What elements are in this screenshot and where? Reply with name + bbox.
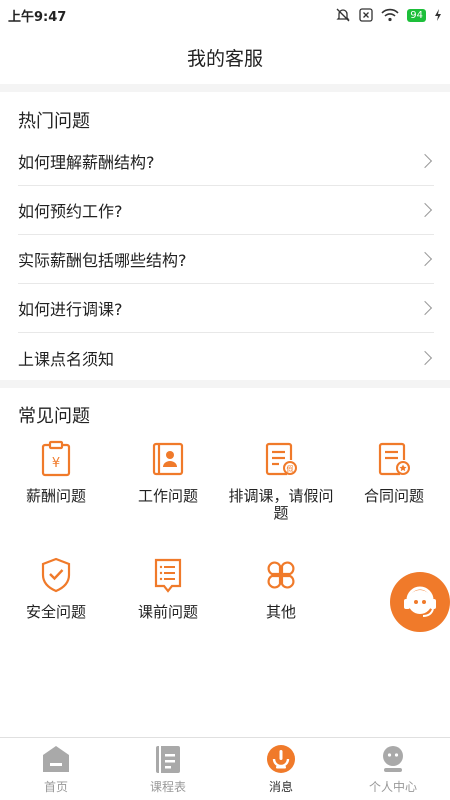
common-questions-title: 常见问题 bbox=[18, 406, 90, 427]
svg-text:假: 假 bbox=[287, 464, 294, 473]
faq-item-reschedule[interactable]: 如何进行调课? bbox=[18, 284, 434, 333]
customer-service-button[interactable] bbox=[390, 572, 450, 632]
category-label: 课前问题 bbox=[137, 603, 198, 621]
wifi-icon bbox=[381, 8, 399, 22]
profile-icon bbox=[383, 746, 403, 772]
contact-book-icon bbox=[152, 442, 184, 476]
category-safety[interactable]: 安全问题 bbox=[0, 556, 112, 621]
faq-item-label: 实际薪酬包括哪些结构? bbox=[18, 251, 187, 270]
four-leaf-icon bbox=[267, 561, 295, 589]
chevron-right-icon bbox=[417, 202, 433, 218]
shield-check-icon bbox=[41, 557, 71, 593]
contract-star-icon bbox=[378, 442, 410, 476]
category-pre-lesson[interactable]: 课前问题 bbox=[112, 556, 224, 621]
faq-item-label: 上课点名须知 bbox=[18, 349, 115, 369]
tab-messages[interactable]: 消息 bbox=[225, 744, 337, 795]
tab-profile[interactable]: 个人中心 bbox=[337, 744, 449, 795]
category-label: 安全问题 bbox=[25, 603, 86, 621]
faq-item-label: 如何预约工作? bbox=[18, 202, 123, 221]
tab-schedule[interactable]: 课程表 bbox=[112, 744, 224, 795]
message-icon bbox=[267, 745, 295, 773]
bottom-tab-bar: 首页 课程表 消息 个人中心 bbox=[0, 737, 450, 800]
status-time: 上午9:47 bbox=[8, 9, 67, 25]
divider bbox=[0, 84, 450, 92]
hot-questions-list: 如何理解薪酬结构? 如何预约工作? 实际薪酬包括哪些结构? 如何进行调课? 上课… bbox=[18, 137, 434, 382]
lesson-list-icon bbox=[154, 558, 182, 593]
status-icons: 94 bbox=[335, 8, 442, 22]
page-title: 我的客服 bbox=[186, 47, 263, 70]
home-icon bbox=[43, 746, 69, 772]
category-label: 其他 bbox=[265, 603, 296, 621]
status-bar: 上午9:47 94 bbox=[0, 0, 450, 30]
category-other[interactable]: 其他 bbox=[225, 556, 337, 621]
category-reschedule-leave[interactable]: 假 排调课，请假问题 bbox=[225, 440, 337, 522]
hot-questions-title: 热门问题 bbox=[18, 111, 90, 132]
chevron-right-icon bbox=[417, 153, 433, 169]
chevron-right-icon bbox=[417, 350, 433, 365]
chevron-right-icon bbox=[417, 251, 433, 267]
tab-label: 课程表 bbox=[149, 780, 186, 794]
tab-label: 首页 bbox=[43, 780, 68, 794]
charging-icon bbox=[435, 9, 441, 21]
tab-label: 消息 bbox=[268, 780, 293, 794]
category-label: 排调课，请假问题 bbox=[228, 487, 334, 522]
faq-item-salary-structure[interactable]: 如何理解薪酬结构? bbox=[18, 137, 434, 186]
schedule-icon bbox=[156, 746, 180, 773]
faq-item-actual-salary[interactable]: 实际薪酬包括哪些结构? bbox=[18, 235, 434, 284]
no-sim-icon bbox=[359, 8, 373, 22]
mute-bell-icon bbox=[336, 8, 350, 22]
headset-icon bbox=[404, 586, 436, 617]
salary-clipboard-icon: ¥ bbox=[41, 440, 71, 477]
faq-item-label: 如何理解薪酬结构? bbox=[18, 153, 155, 172]
faq-item-book-work[interactable]: 如何预约工作? bbox=[18, 186, 434, 235]
chevron-right-icon bbox=[417, 300, 433, 316]
tab-label: 个人中心 bbox=[368, 780, 417, 794]
category-salary[interactable]: ¥ 薪酬问题 bbox=[0, 440, 112, 505]
category-contract[interactable]: 合同问题 bbox=[338, 440, 450, 505]
category-work[interactable]: 工作问题 bbox=[112, 440, 224, 505]
battery-level: 94 bbox=[407, 8, 426, 22]
leave-document-icon: 假 bbox=[265, 442, 297, 476]
tab-home[interactable]: 首页 bbox=[0, 744, 112, 795]
category-label: 工作问题 bbox=[137, 487, 198, 505]
faq-item-label: 如何进行调课? bbox=[18, 300, 123, 319]
divider bbox=[0, 380, 450, 388]
svg-text:¥: ¥ bbox=[52, 456, 60, 471]
category-label: 合同问题 bbox=[363, 487, 424, 505]
category-label: 薪酬问题 bbox=[25, 487, 86, 505]
faq-item-roll-call[interactable]: 上课点名须知 bbox=[18, 333, 434, 382]
